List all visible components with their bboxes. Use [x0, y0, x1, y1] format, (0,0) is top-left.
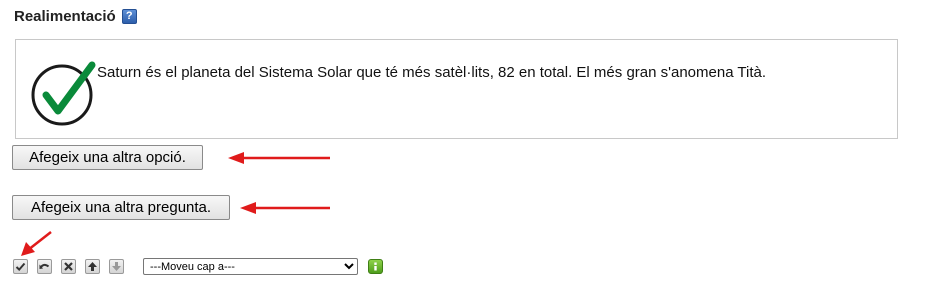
undo-icon[interactable] [37, 259, 52, 274]
move-up-icon[interactable] [85, 259, 100, 274]
go-icon[interactable] [368, 259, 383, 274]
move-down-icon[interactable] [109, 259, 124, 274]
add-question-button[interactable]: Afegeix una altra pregunta. [12, 195, 230, 220]
question-toolbar: ---Moveu cap a--- [13, 258, 383, 275]
feedback-title: Realimentació [14, 8, 116, 25]
annotation-arrow-question [240, 202, 330, 214]
delete-icon[interactable] [61, 259, 76, 274]
add-option-button[interactable]: Afegeix una altra opció. [12, 145, 203, 170]
annotation-arrow-check [21, 231, 52, 256]
move-to-select[interactable]: ---Moveu cap a--- [143, 258, 358, 275]
check-circle-icon [31, 61, 96, 126]
feedback-text: Saturn és el planeta del Sistema Solar q… [97, 64, 767, 81]
feedback-section-header: Realimentació ? [14, 8, 137, 25]
feedback-box: Saturn és el planeta del Sistema Solar q… [15, 39, 898, 139]
check-icon[interactable] [13, 259, 28, 274]
help-icon[interactable]: ? [121, 9, 137, 24]
annotation-arrow-option [228, 152, 330, 164]
